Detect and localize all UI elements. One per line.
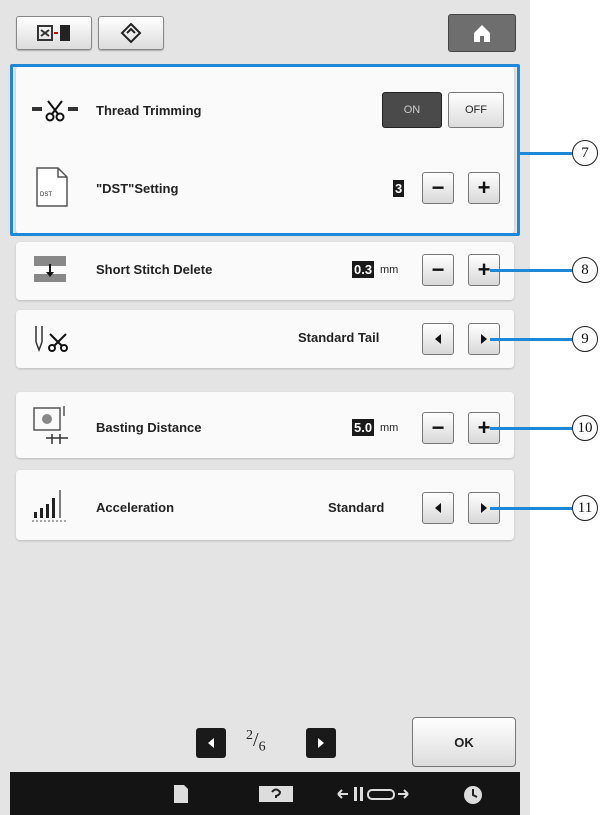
acceleration-prev-button[interactable] [422,492,454,524]
callout-9: 9 [572,326,598,352]
dst-setting-value: 3 [393,180,405,197]
next-page-button[interactable] [306,728,336,758]
basting-minus-button[interactable]: − [422,412,454,444]
presser-foot-icon[interactable] [336,784,420,804]
callout-line-7 [520,152,572,155]
acceleration-label: Acceleration [96,500,175,515]
callout-line-8 [490,269,572,272]
dst-file-icon [34,166,70,208]
callout-7: 7 [572,140,598,166]
right-arrow-icon [318,738,324,748]
short-stitch-delete-unit: mm [380,264,399,276]
embroidery-frame-icon [34,22,74,44]
clock-icon[interactable] [462,784,484,806]
short-stitch-delete-label: Short Stitch Delete [96,262,213,277]
scissors-icon [30,96,80,124]
page-indicator: 2/6 [246,728,266,755]
acceleration-value: Standard [328,500,385,515]
left-arrow-icon [208,738,214,748]
callout-line-9 [490,338,572,341]
short-stitch-icon [32,252,68,286]
acceleration-icon [30,486,70,524]
dst-icon-text: DST [40,192,52,198]
needle-scissors-icon [30,322,74,356]
dst-minus-button[interactable]: − [422,172,454,204]
callout-11: 11 [572,495,598,521]
ok-button[interactable]: OK [412,717,516,767]
right-arrow-icon [481,503,487,513]
page-total: 6 [258,739,266,755]
thread-trimming-on-button[interactable]: ON [382,92,442,128]
basting-distance-value: 5.0 [352,419,375,436]
page-current: 2 [246,728,253,743]
short-stitch-delete-value: 0.3 [352,261,375,278]
tail-value: Standard Tail [298,330,380,345]
settings-gear-icon [120,22,142,44]
basting-distance-label: Basting Distance [96,420,202,435]
basting-distance-unit: mm [380,422,399,434]
callout-10: 10 [572,415,598,441]
dst-plus-button[interactable]: + [468,172,500,204]
short-stitch-minus-button[interactable]: − [422,254,454,286]
group-highlight-frame [10,64,520,236]
home-icon [471,22,493,44]
thread-trimming-label: Thread Trimming [96,103,202,118]
embroidery-mode-button[interactable] [16,16,92,50]
left-arrow-icon [435,334,441,344]
dst-setting-label: "DST"Setting [96,181,179,196]
prev-page-button[interactable] [196,728,226,758]
document-icon[interactable] [172,784,190,804]
callout-8: 8 [572,257,598,283]
callout-line-10 [490,427,572,430]
right-arrow-icon [481,334,487,344]
left-arrow-icon [435,503,441,513]
basting-icon [30,404,74,446]
settings-button[interactable] [98,16,164,50]
callout-line-11 [490,507,572,510]
thread-trimming-off-button[interactable]: OFF [448,92,504,128]
tail-prev-button[interactable] [422,323,454,355]
help-icon[interactable] [258,784,294,804]
home-button[interactable] [448,14,516,52]
